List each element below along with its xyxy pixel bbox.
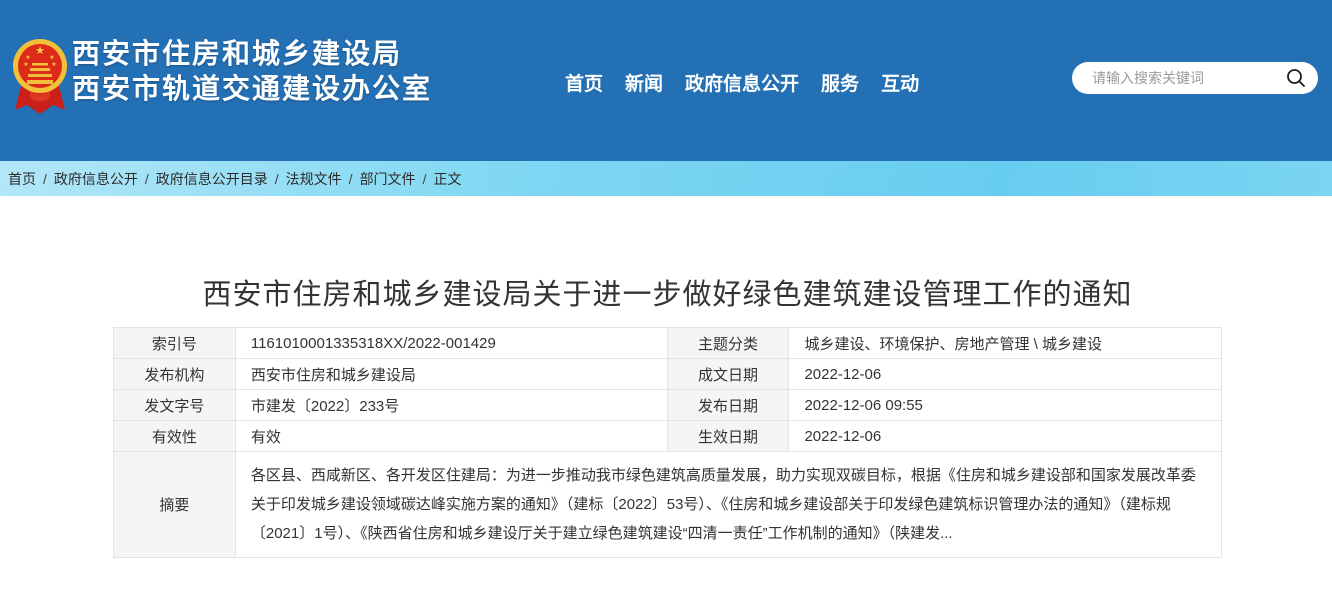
page: { "header": { "bg_color": "#2470b5", "si… [0, 0, 1332, 589]
breadcrumb-home[interactable]: 首页 [8, 169, 36, 189]
effective-date-value: 2022-12-06 [789, 421, 1222, 452]
search-button[interactable] [1284, 66, 1308, 90]
summary-label: 摘要 [114, 452, 236, 558]
site-title: 西安市住房和城乡建设局 西安市轨道交通建设办公室 [72, 36, 432, 106]
meta-row-docnumber-pubdate: 发文字号 市建发〔2022〕233号 发布日期 2022-12-06 09:55 [114, 390, 1222, 421]
breadcrumb: 首页 / 政府信息公开 / 政府信息公开目录 / 法规文件 / 部门文件 / 正… [0, 161, 1332, 196]
index-number-label: 索引号 [114, 328, 236, 359]
document-number-label: 发文字号 [114, 390, 236, 421]
main-nav: 首页 新闻 政府信息公开 服务 互动 [565, 69, 919, 96]
subject-category-label: 主题分类 [667, 328, 789, 359]
issuing-agency-value: 西安市住房和城乡建设局 [235, 359, 667, 390]
search-box [1072, 62, 1318, 94]
svg-text:★: ★ [23, 61, 28, 68]
breadcrumb-separator: / [275, 171, 279, 187]
breadcrumb-current-article: 正文 [433, 169, 461, 189]
meta-row-index-subject: 索引号 1161010001335318XX/2022-001429 主题分类 … [114, 328, 1222, 359]
breadcrumb-gov-info[interactable]: 政府信息公开 [54, 169, 138, 189]
svg-text:★: ★ [35, 45, 45, 57]
site-title-line1: 西安市住房和城乡建设局 [72, 36, 432, 71]
article-title: 西安市住房和城乡建设局关于进一步做好绿色建筑建设管理工作的通知 [113, 271, 1222, 313]
meta-row-summary: 摘要 各区县、西咸新区、各开发区住建局：为进一步推动我市绿色建筑高质量发展，助力… [114, 452, 1222, 558]
nav-item-services[interactable]: 服务 [821, 69, 859, 96]
national-emblem-logo: ★ ★ ★ ★ ★ [12, 36, 68, 118]
search-input[interactable] [1092, 70, 1284, 86]
search-icon [1285, 67, 1307, 89]
nav-item-gov-info[interactable]: 政府信息公开 [685, 69, 799, 96]
svg-text:★: ★ [25, 54, 30, 61]
publish-date-value: 2022-12-06 09:55 [789, 390, 1222, 421]
nav-item-news[interactable]: 新闻 [625, 69, 663, 96]
written-date-value: 2022-12-06 [789, 359, 1222, 390]
breadcrumb-regulations[interactable]: 法规文件 [286, 169, 342, 189]
validity-value: 有效 [235, 421, 667, 452]
summary-text: 各区县、西咸新区、各开发区住建局：为进一步推动我市绿色建筑高质量发展，助力实现双… [235, 452, 1221, 558]
breadcrumb-dept-files[interactable]: 部门文件 [360, 169, 416, 189]
meta-row-validity-effective: 有效性 有效 生效日期 2022-12-06 [114, 421, 1222, 452]
publish-date-label: 发布日期 [667, 390, 789, 421]
breadcrumb-gov-info-catalog[interactable]: 政府信息公开目录 [156, 169, 268, 189]
svg-text:★: ★ [51, 61, 56, 68]
nav-item-home[interactable]: 首页 [565, 69, 603, 96]
site-header: ★ ★ ★ ★ ★ 西安市住房和城乡建设局 西安市轨道交通建设办公室 首页 新闻… [0, 0, 1332, 161]
breadcrumb-separator: / [349, 171, 353, 187]
breadcrumb-separator: / [43, 171, 47, 187]
meta-row-agency-date: 发布机构 西安市住房和城乡建设局 成文日期 2022-12-06 [114, 359, 1222, 390]
svg-text:★: ★ [49, 54, 54, 61]
breadcrumb-separator: / [145, 171, 149, 187]
effective-date-label: 生效日期 [667, 421, 789, 452]
site-title-line2: 西安市轨道交通建设办公室 [72, 71, 432, 106]
national-emblem-icon: ★ ★ ★ ★ ★ [12, 36, 68, 118]
nav-item-interact[interactable]: 互动 [881, 69, 919, 96]
breadcrumb-separator: / [423, 171, 427, 187]
subject-category-value: 城乡建设、环境保护、房地产管理 \ 城乡建设 [789, 328, 1222, 359]
index-number-value: 1161010001335318XX/2022-001429 [235, 328, 667, 359]
validity-label: 有效性 [114, 421, 236, 452]
document-number-value: 市建发〔2022〕233号 [235, 390, 667, 421]
document-meta-table: 索引号 1161010001335318XX/2022-001429 主题分类 … [113, 327, 1222, 558]
issuing-agency-label: 发布机构 [114, 359, 236, 390]
written-date-label: 成文日期 [667, 359, 789, 390]
